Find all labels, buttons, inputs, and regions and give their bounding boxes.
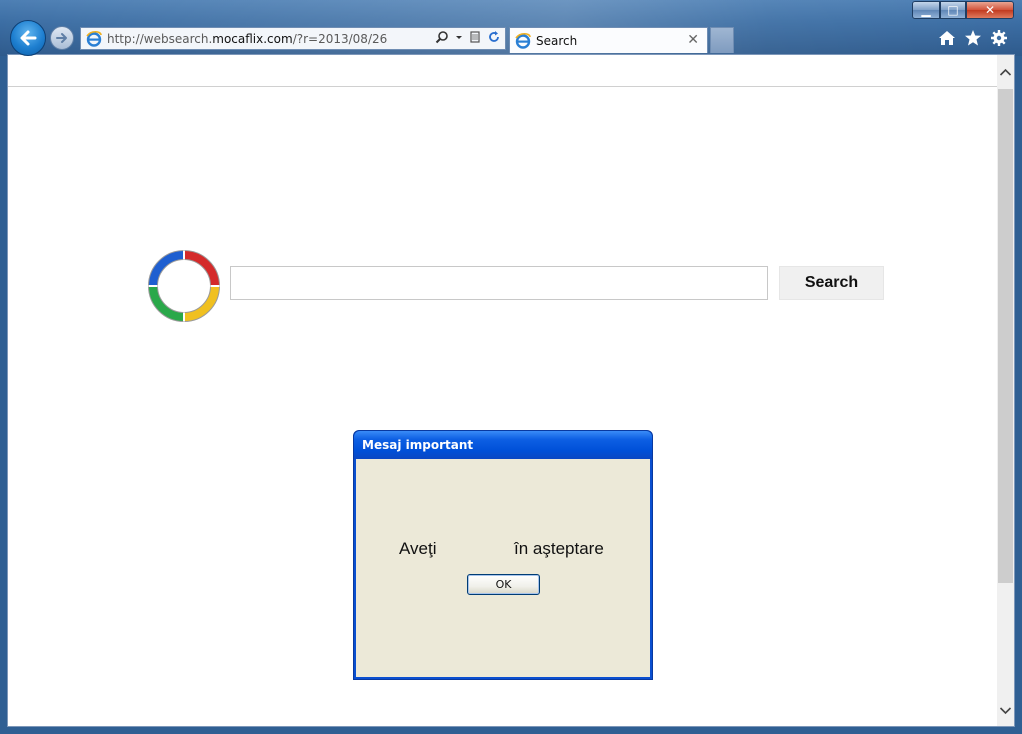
scroll-up-icon[interactable] [999,67,1012,77]
address-bar[interactable]: http://websearch.mocaflix.com/?r=2013/08… [80,27,506,50]
back-button[interactable] [10,20,46,56]
dialog-message-left: Aveţi [399,539,437,558]
search-logo-icon [148,250,220,322]
toolbar-right [938,29,1008,47]
command-bar [8,55,1014,87]
home-icon[interactable] [938,29,956,47]
search-button[interactable]: Search [779,266,884,300]
dialog-titlebar[interactable]: Mesaj important [354,431,652,459]
vertical-scrollbar[interactable] [997,55,1014,726]
address-url: http://websearch.mocaflix.com/?r=2013/08… [107,31,388,46]
scroll-thumb[interactable] [998,89,1013,583]
search-input[interactable] [230,266,768,300]
ok-button[interactable]: OK [467,574,540,595]
tab-search[interactable]: Search ✕ [509,27,708,53]
alert-dialog: Mesaj important Aveţi în aşteptare OK [353,430,653,680]
search-icon[interactable] [435,30,449,44]
address-tools [435,30,501,44]
favorites-star-icon[interactable] [964,29,982,47]
tab-close-icon[interactable]: ✕ [687,32,699,48]
forward-arrow-icon [56,33,67,43]
back-arrow-icon [20,30,37,46]
dropdown-icon[interactable] [455,30,463,44]
window-controls: ▁ □ ✕ [912,1,1014,19]
ie-icon [86,30,102,47]
dialog-title: Mesaj important [362,438,474,452]
settings-gear-icon[interactable] [990,29,1008,47]
dialog-message-right: în aşteptare [514,539,604,558]
refresh-icon[interactable] [487,30,501,44]
dialog-body: Aveţi în aşteptare OK [356,459,650,677]
browser-frame-bottom [0,727,1022,734]
maximize-button[interactable]: □ [940,1,966,19]
tab-title: Search [536,33,578,48]
compat-view-icon[interactable] [469,30,481,44]
scroll-down-icon[interactable] [999,706,1012,716]
ie-icon [515,32,531,49]
forward-button[interactable] [50,26,74,50]
minimize-button[interactable]: ▁ [912,1,940,19]
close-window-button[interactable]: ✕ [966,1,1014,19]
new-tab-button[interactable] [710,27,734,53]
